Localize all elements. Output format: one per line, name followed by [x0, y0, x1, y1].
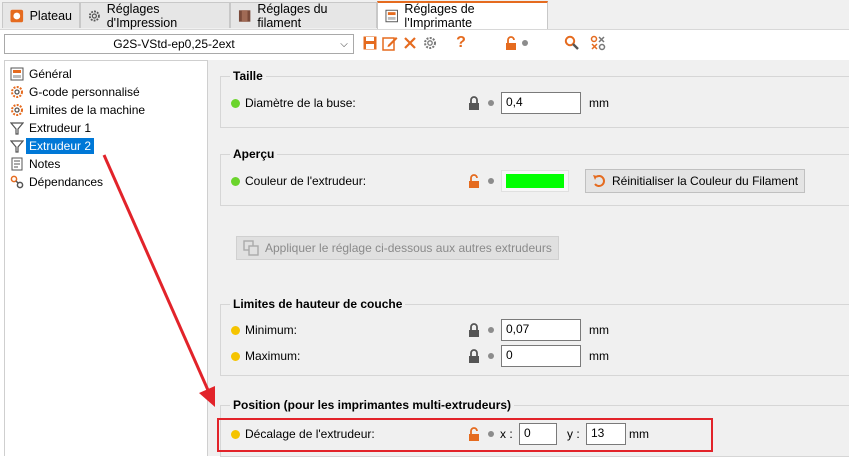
min-layer-height-row: Minimum:	[231, 319, 297, 341]
printer-icon	[385, 9, 398, 23]
tree-item-general[interactable]: Général	[10, 65, 72, 82]
system-value-dot	[488, 353, 494, 359]
tab-filament-settings[interactable]: Réglages du filament	[230, 1, 377, 30]
lock-icon[interactable]	[467, 96, 481, 110]
edit-icon	[382, 37, 398, 51]
tab-plateau[interactable]: Plateau	[2, 2, 80, 28]
max-layer-height-label: Maximum:	[245, 349, 301, 363]
question-icon: ?	[456, 34, 466, 51]
tab-printer-settings[interactable]: Réglages de l'Imprimante	[377, 1, 548, 30]
save-preset-button[interactable]	[361, 34, 379, 52]
extruder-color-label: Couleur de l'extrudeur:	[245, 174, 367, 188]
unit-label: mm	[589, 323, 609, 337]
tree-item-label: Général	[29, 66, 72, 81]
tree-item-label: Limites de la machine	[29, 102, 146, 117]
lock-icon[interactable]	[467, 323, 481, 337]
max-layer-height-row: Maximum:	[231, 345, 300, 367]
group-title: Aperçu	[230, 147, 278, 161]
min-layer-height-input[interactable]: 0,07	[501, 319, 581, 341]
reset-button-label: Réinitialiser la Couleur du Filament	[612, 174, 799, 188]
nozzle-diameter-input[interactable]: 0,4	[501, 92, 581, 114]
cog-icon	[11, 85, 23, 98]
lock-toggle-button[interactable]	[502, 34, 520, 52]
settings-panel: Taille Diamètre de la buse: 0,4 mm Aperç…	[208, 60, 849, 457]
spool-icon	[238, 9, 251, 22]
status-dot	[231, 325, 240, 335]
compare-icon	[590, 35, 606, 51]
plater-icon	[10, 9, 24, 22]
settings-tree: Général G-code personnalisé Limites de l…	[4, 60, 208, 456]
preset-settings-button[interactable]	[421, 34, 439, 52]
extruder-color-picker[interactable]	[501, 170, 569, 192]
tab-label: Plateau	[29, 8, 72, 23]
printer-icon	[10, 67, 24, 80]
unlocked-icon	[506, 36, 516, 50]
status-dot	[231, 98, 240, 108]
extruder-color-row: Couleur de l'extrudeur:	[231, 170, 366, 192]
tree-item-label: Extrudeur 1	[29, 120, 92, 135]
tab-print-settings[interactable]: Réglages d'Impression	[80, 1, 230, 30]
system-value-dot	[522, 40, 528, 46]
group-layer-height-limits: Limites de hauteur de couche Minimum: 0,…	[220, 297, 849, 376]
notes-icon	[11, 157, 23, 170]
save-icon	[363, 36, 377, 50]
unlocked-icon[interactable]	[467, 174, 481, 188]
group-apercu: Aperçu Couleur de l'extrudeur: Réinitial…	[220, 147, 849, 206]
tree-item-dependencies[interactable]: Dépendances	[10, 173, 103, 190]
tree-item-extruder-1[interactable]: Extrudeur 1	[10, 119, 91, 136]
reset-filament-color-button[interactable]: Réinitialiser la Couleur du Filament	[585, 169, 806, 193]
close-icon	[404, 37, 416, 49]
group-title: Limites de hauteur de couche	[230, 297, 406, 311]
status-dot	[231, 351, 240, 361]
tab-label: Réglages d'Impression	[106, 1, 178, 30]
tab-label: Réglages du filament	[257, 1, 328, 30]
search-button[interactable]	[563, 34, 581, 52]
unit-label: mm	[589, 349, 609, 363]
min-layer-height-label: Minimum:	[245, 323, 298, 337]
cog-icon	[88, 10, 100, 21]
tab-bar: Plateau Réglages d'Impression Réglages d…	[0, 0, 849, 30]
system-value-dot	[488, 327, 494, 333]
tree-item-label: Notes	[29, 156, 61, 171]
funnel-icon	[10, 139, 24, 153]
help-button[interactable]: ?	[452, 34, 470, 52]
cog-icon	[11, 103, 23, 116]
search-icon	[564, 35, 579, 50]
unit-label: mm	[589, 96, 609, 110]
tree-item-custom-gcode[interactable]: G-code personnalisé	[10, 83, 140, 100]
system-value-dot	[488, 100, 494, 106]
group-title: Position (pour les imprimantes multi-ext…	[230, 398, 515, 412]
highlight-box	[217, 418, 713, 452]
tree-item-label: Extrudeur 2	[26, 137, 95, 154]
chevron-down-icon: ⌵	[340, 38, 348, 50]
max-layer-height-input[interactable]: 0	[501, 345, 581, 367]
color-swatch	[506, 174, 564, 188]
tree-item-machine-limits[interactable]: Limites de la machine	[10, 101, 145, 118]
system-value-dot	[488, 178, 494, 184]
preset-select[interactable]: G2S-VStd-ep0,25-2ext ⌵	[4, 34, 354, 54]
copy-icon	[243, 240, 259, 256]
group-title: Taille	[230, 69, 266, 83]
tree-item-notes[interactable]: Notes	[10, 155, 60, 172]
apply-button-label: Appliquer le réglage ci-dessous aux autr…	[265, 241, 552, 255]
apply-to-other-extruders-button[interactable]: Appliquer le réglage ci-dessous aux autr…	[236, 236, 559, 260]
status-dot	[231, 176, 240, 186]
delete-preset-button[interactable]	[401, 34, 419, 52]
compare-presets-button[interactable]	[589, 34, 607, 52]
dependencies-icon	[10, 175, 24, 188]
preset-value: G2S-VStd-ep0,25-2ext	[113, 37, 235, 51]
group-taille: Taille Diamètre de la buse: 0,4 mm	[220, 69, 849, 128]
tree-item-label: G-code personnalisé	[29, 84, 140, 99]
rename-preset-button[interactable]	[381, 34, 399, 52]
cog-icon	[424, 37, 436, 49]
funnel-icon	[10, 121, 24, 135]
undo-icon	[593, 175, 605, 187]
tree-item-label: Dépendances	[29, 174, 104, 189]
nozzle-diameter-row: Diamètre de la buse:	[231, 92, 356, 114]
nozzle-diameter-label: Diamètre de la buse:	[245, 96, 356, 110]
lock-icon[interactable]	[467, 349, 481, 363]
tree-item-extruder-2[interactable]: Extrudeur 2	[10, 137, 95, 154]
tab-label: Réglages de l'Imprimante	[404, 2, 475, 30]
